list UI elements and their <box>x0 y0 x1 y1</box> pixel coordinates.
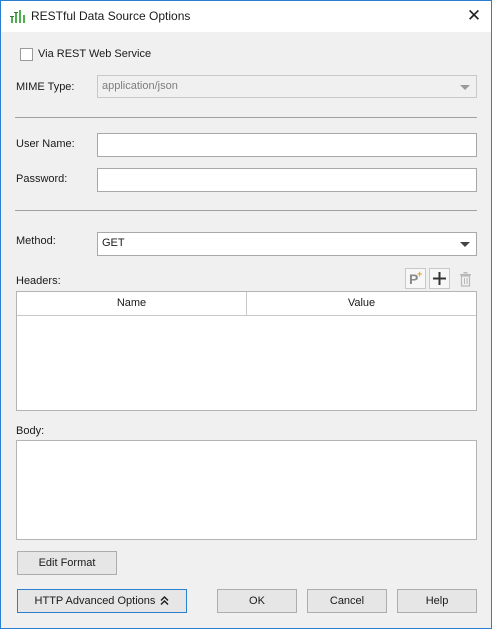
method-value: GET <box>102 237 125 249</box>
http-advanced-options-label: HTTP Advanced Options <box>34 595 156 607</box>
double-chevron-up-icon <box>160 596 169 605</box>
add-parameter-button[interactable]: P + <box>405 268 426 289</box>
add-header-button[interactable] <box>429 268 450 289</box>
close-icon: ✕ <box>466 6 482 25</box>
user-name-label: User Name: <box>16 138 75 150</box>
app-icon <box>10 10 25 23</box>
password-label: Password: <box>16 173 68 185</box>
title-bar: RESTful Data Source Options ✕ <box>1 1 491 32</box>
user-name-field[interactable] <box>97 133 477 157</box>
via-rest-checkbox[interactable] <box>20 48 33 61</box>
column-header-name[interactable]: Name <box>17 292 247 316</box>
password-field[interactable] <box>97 168 477 192</box>
window-title: RESTful Data Source Options <box>31 9 191 23</box>
trash-icon <box>460 272 471 287</box>
close-button[interactable]: ✕ <box>461 3 487 29</box>
separator <box>15 117 477 118</box>
http-advanced-options-button[interactable]: HTTP Advanced Options <box>17 589 187 613</box>
headers-table[interactable]: Name Value <box>16 291 477 411</box>
edit-format-button[interactable]: Edit Format <box>17 551 117 575</box>
help-button[interactable]: Help <box>397 589 477 613</box>
svg-text:+: + <box>417 269 422 279</box>
column-header-value[interactable]: Value <box>247 292 476 316</box>
dialog-window: RESTful Data Source Options ✕ Via REST W… <box>0 0 492 629</box>
chevron-down-icon <box>460 85 470 90</box>
mime-type-label: MIME Type: <box>16 81 75 93</box>
cancel-button[interactable]: Cancel <box>307 589 387 613</box>
mime-type-select[interactable]: application/json <box>97 75 477 98</box>
separator <box>15 210 477 211</box>
parameter-add-icon: P + <box>409 269 422 287</box>
via-rest-label: Via REST Web Service <box>38 48 152 60</box>
body-textarea[interactable] <box>16 440 477 540</box>
body-label: Body: <box>16 425 45 437</box>
mime-type-value: application/json <box>102 80 178 92</box>
method-label: Method: <box>16 235 56 247</box>
plus-icon <box>433 272 446 285</box>
headers-label: Headers: <box>16 275 61 287</box>
ok-button[interactable]: OK <box>217 589 297 613</box>
method-select[interactable]: GET <box>97 232 477 256</box>
chevron-down-icon <box>460 242 470 247</box>
delete-header-button[interactable] <box>456 269 475 289</box>
